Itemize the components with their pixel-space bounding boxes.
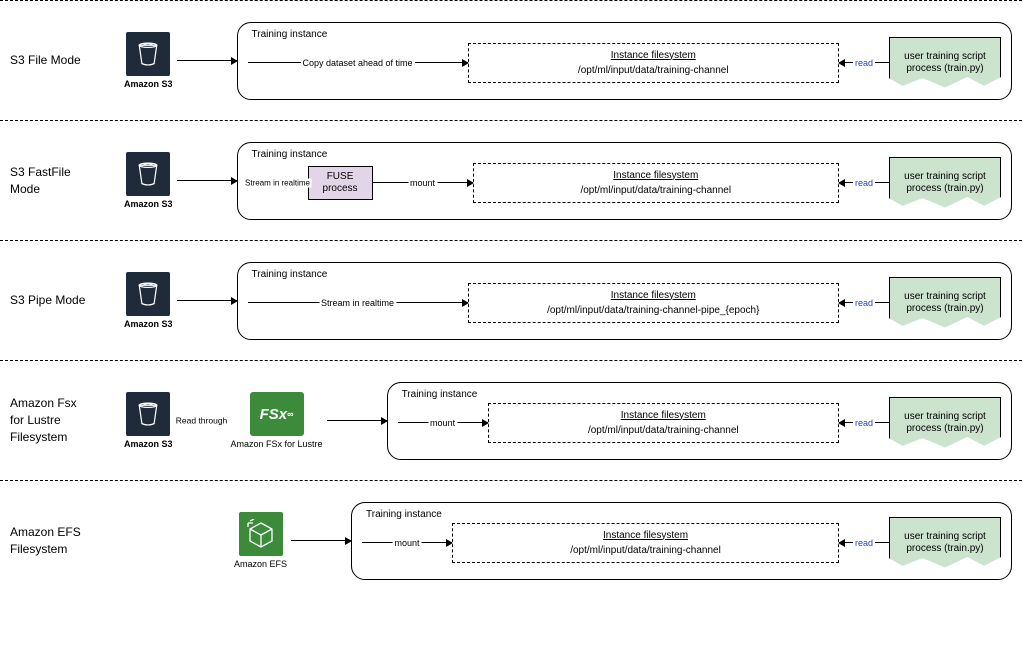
arrow-to-instance [177,60,237,61]
arrow-stream: Stream in realtime [248,182,308,183]
arrow-copy-dataset: Copy dataset ahead of time [248,62,468,63]
arrow-read: read [839,542,889,543]
user-script: user training script process (train.py) [889,37,1001,89]
mode-label: S3 File Mode [10,52,90,69]
row-efs: Amazon EFS Filesystem Amazon EFS Trainin… [0,480,1022,600]
instance-filesystem: Instance filesystem /opt/ml/input/data/t… [488,403,839,443]
user-script: user training script process (train.py) [889,157,1001,209]
service-s3: Amazon S3 [124,152,173,209]
user-script: user training script process (train.py) [889,277,1001,329]
user-script: user training script process (train.py) [889,397,1001,449]
service-fsx: FSx∞ Amazon FSx for Lustre [231,392,323,449]
mode-label: Amazon Fsx for Lustre Filesystem [10,395,90,445]
mode-label: Amazon EFS Filesystem [10,524,90,558]
service-s3: Amazon S3 [124,392,173,449]
row-s3-fastfile-mode: S3 FastFile Mode Amazon S3 Training inst… [0,120,1022,240]
s3-bucket-icon [126,152,170,196]
training-instance: Training instance Stream in realtime Ins… [237,262,1012,340]
row-fsx-lustre: Amazon Fsx for Lustre Filesystem Amazon … [0,360,1022,480]
efs-icon [239,512,283,556]
arrow-to-instance [327,420,387,421]
instance-filesystem: Instance filesystem /opt/ml/input/data/t… [468,43,839,83]
service-s3: Amazon S3 [124,32,173,89]
user-script: user training script process (train.py) [889,517,1001,569]
arrow-to-instance [177,180,237,181]
training-instance: Training instance Stream in realtime FUS… [237,142,1012,220]
arrow-read: read [839,62,889,63]
fs-path: /opt/ml/input/data/training-channel [580,185,731,196]
s3-bucket-icon [126,272,170,316]
arrow-to-instance [177,300,237,301]
instance-filesystem: Instance filesystem /opt/ml/input/data/t… [452,523,839,563]
arrow-read: read [839,422,889,423]
arrow-mount: mount [373,182,473,183]
training-instance: Training instance mount Instance filesys… [387,382,1012,460]
arrow-read: read [839,302,889,303]
arrow-stream: Stream in realtime [248,302,468,303]
service-efs: Amazon EFS [234,512,287,569]
training-instance: Training instance Copy dataset ahead of … [237,22,1012,100]
mode-label: S3 FastFile Mode [10,164,90,198]
fs-path: /opt/ml/input/data/training-channel [588,425,739,436]
row-s3-file-mode: S3 File Mode Amazon S3 Training instance… [0,0,1022,120]
fs-path: /opt/ml/input/data/training-channel-pipe… [547,305,759,316]
service-s3: Amazon S3 [124,272,173,329]
mode-label: S3 Pipe Mode [10,292,90,309]
instance-filesystem: Instance filesystem /opt/ml/input/data/t… [468,283,839,323]
arrow-mount: mount [362,542,452,543]
arrow-read-through: Read through [177,420,227,421]
arrow-to-instance [291,540,351,541]
fsx-icon: FSx∞ [250,392,304,436]
arrow-mount: mount [398,422,488,423]
instance-filesystem: Instance filesystem /opt/ml/input/data/t… [473,163,839,203]
arrow-read: read [839,182,889,183]
s3-bucket-icon [126,32,170,76]
fs-path: /opt/ml/input/data/training-channel [570,545,721,556]
training-instance: Training instance mount Instance filesys… [351,502,1012,580]
s3-bucket-icon [126,392,170,436]
row-s3-pipe-mode: S3 Pipe Mode Amazon S3 Training instance… [0,240,1022,360]
fs-path: /opt/ml/input/data/training-channel [578,65,729,76]
fuse-process: FUSE process [308,166,373,200]
